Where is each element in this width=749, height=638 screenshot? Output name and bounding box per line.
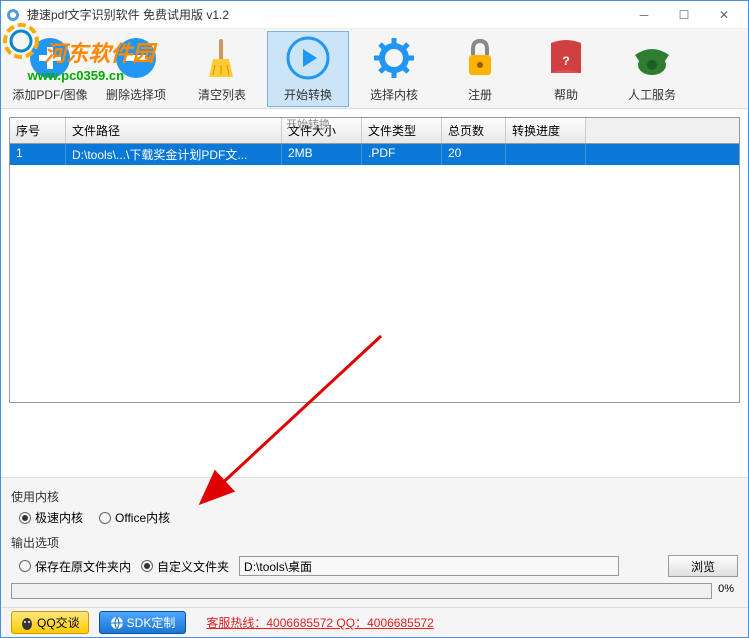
cell-path: D:\tools\...\下载奖金计划PDF文... — [66, 144, 282, 165]
svg-text:?: ? — [562, 54, 569, 68]
radio-icon — [19, 512, 31, 524]
service-button[interactable]: 人工服务 — [611, 31, 693, 107]
maximize-button[interactable]: ☐ — [664, 2, 704, 28]
titlebar: 捷速pdf文字识别软件 免费试用版 v1.2 ─ ☐ ✕ — [1, 1, 748, 29]
app-icon — [5, 7, 21, 23]
kernel-radio-group: 极速内核 Office内核 — [19, 509, 738, 526]
file-table: 序号 文件路径 文件大小 文件类型 总页数 转换进度 1 D:\tools\..… — [9, 117, 740, 403]
add-file-button[interactable]: 添加PDF/图像 — [9, 31, 91, 107]
browse-button[interactable]: 浏览 — [668, 555, 738, 577]
bottom-panel: 使用内核 极速内核 Office内核 输出选项 保存在原文件夹内 自定义文件夹 … — [1, 477, 748, 607]
progress-bar — [11, 583, 712, 599]
col-path[interactable]: 文件路径 — [66, 118, 282, 143]
radio-icon — [141, 560, 153, 572]
select-core-button[interactable]: 选择内核 — [353, 31, 435, 107]
sdk-button[interactable]: SDK定制 — [99, 611, 187, 634]
radio-fast-kernel[interactable]: 极速内核 — [19, 509, 83, 526]
clear-button[interactable]: 清空列表 — [181, 31, 263, 107]
radio-icon — [19, 560, 31, 572]
radio-icon — [99, 512, 111, 524]
window-title: 捷速pdf文字识别软件 免费试用版 v1.2 — [27, 6, 624, 23]
hotline-text[interactable]: 客服热线：4006685572 QQ：4006685572 — [206, 614, 433, 631]
col-type[interactable]: 文件类型 — [362, 118, 442, 143]
add-icon — [26, 34, 74, 82]
table-row[interactable]: 1 D:\tools\...\下载奖金计划PDF文... 2MB .PDF 20 — [10, 144, 739, 165]
start-convert-button[interactable]: 开始转换 开始转换 — [267, 31, 349, 107]
register-button[interactable]: 注册 — [439, 31, 521, 107]
radio-custom-folder[interactable]: 自定义文件夹 — [141, 558, 229, 575]
phone-icon — [628, 34, 676, 82]
close-button[interactable]: ✕ — [704, 2, 744, 28]
footer: QQ交谈 SDK定制 客服热线：4006685572 QQ：4006685572 — [1, 607, 748, 637]
globe-icon — [110, 616, 124, 630]
cell-pages: 20 — [442, 144, 506, 165]
play-icon — [284, 34, 332, 82]
delete-button[interactable]: 删除选择项 — [95, 31, 177, 107]
radio-office-kernel[interactable]: Office内核 — [99, 509, 170, 526]
cell-type: .PDF — [362, 144, 442, 165]
kernel-label: 使用内核 — [11, 488, 738, 505]
gear-icon — [370, 34, 418, 82]
output-label: 输出选项 — [11, 534, 738, 551]
minimize-button[interactable]: ─ — [624, 2, 664, 28]
table-header: 序号 文件路径 文件大小 文件类型 总页数 转换进度 — [10, 118, 739, 144]
cell-size: 2MB — [282, 144, 362, 165]
col-seq[interactable]: 序号 — [10, 118, 66, 143]
qq-icon — [20, 616, 34, 630]
col-progress[interactable]: 转换进度 — [506, 118, 586, 143]
delete-icon — [112, 34, 160, 82]
progress-percent: 0% — [718, 583, 734, 595]
col-pages[interactable]: 总页数 — [442, 118, 506, 143]
output-path-input[interactable] — [239, 556, 619, 576]
cell-progress — [506, 144, 586, 165]
help-icon: ? — [542, 34, 590, 82]
qq-chat-button[interactable]: QQ交谈 — [11, 611, 89, 634]
cell-seq: 1 — [10, 144, 66, 165]
help-button[interactable]: ? 帮助 — [525, 31, 607, 107]
broom-icon — [198, 34, 246, 82]
radio-keep-folder[interactable]: 保存在原文件夹内 — [19, 558, 131, 575]
toolbar: 添加PDF/图像 删除选择项 清空列表 开始转换 开始转换 选择内核 注册 ? … — [1, 29, 748, 109]
lock-icon — [456, 34, 504, 82]
